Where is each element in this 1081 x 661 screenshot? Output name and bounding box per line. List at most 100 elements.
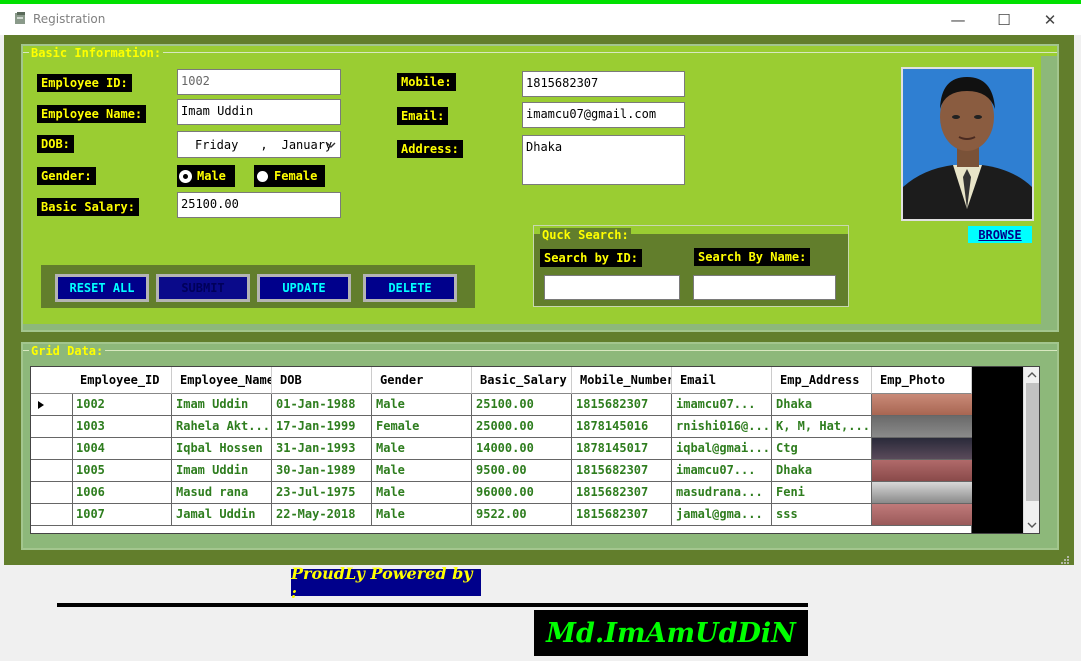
row-header[interactable] xyxy=(31,460,73,482)
dob-label: DOB: xyxy=(37,135,74,153)
grid-cell[interactable]: Male xyxy=(372,460,472,482)
grid-cell[interactable]: imamcu07... xyxy=(672,394,772,416)
maximize-button[interactable]: ☐ xyxy=(981,4,1027,35)
grid-cell[interactable]: 9522.00 xyxy=(472,504,572,526)
search-by-id-input[interactable] xyxy=(544,275,680,300)
grid-cell[interactable]: 31-Jan-1993 xyxy=(272,438,372,460)
photo-thumbnail[interactable] xyxy=(872,460,972,482)
grid-cell[interactable]: 30-Jan-1989 xyxy=(272,460,372,482)
chevron-down-icon[interactable] xyxy=(1027,521,1037,529)
grid-cell[interactable]: 14000.00 xyxy=(472,438,572,460)
grid-cell[interactable]: Male xyxy=(372,482,472,504)
grid-cell[interactable]: Ctg xyxy=(772,438,872,460)
grid-cell[interactable]: rnishi016@... xyxy=(672,416,772,438)
grid-cell[interactable]: 96000.00 xyxy=(472,482,572,504)
photo-thumbnail[interactable] xyxy=(872,504,972,526)
grid-cell[interactable]: Jamal Uddin xyxy=(172,504,272,526)
chevron-down-icon[interactable] xyxy=(326,141,336,149)
grid-cell[interactable]: 23-Jul-1975 xyxy=(272,482,372,504)
grid-cell[interactable]: Dhaka xyxy=(772,460,872,482)
grid-cell[interactable]: 17-Jan-1999 xyxy=(272,416,372,438)
row-header[interactable] xyxy=(31,482,73,504)
dob-day: Friday xyxy=(195,137,239,152)
grid-cell[interactable]: 22-May-2018 xyxy=(272,504,372,526)
grid-cell[interactable]: 1878145016 xyxy=(572,416,672,438)
grid-cell[interactable]: iqbal@gmai... xyxy=(672,438,772,460)
grid-cell[interactable]: Iqbal Hossen xyxy=(172,438,272,460)
grid-cell[interactable]: masudrana... xyxy=(672,482,772,504)
column-header[interactable]: Mobile_Number xyxy=(572,367,672,394)
grid-cell[interactable]: 01-Jan-1988 xyxy=(272,394,372,416)
grid-cell[interactable]: imamcu07... xyxy=(672,460,772,482)
chevron-up-icon[interactable] xyxy=(1027,371,1037,379)
grid-cell[interactable]: 1004 xyxy=(72,438,172,460)
column-header[interactable]: Emp_Address xyxy=(772,367,872,394)
employee-data-grid[interactable]: Employee_ID Employee_Name DOB Gender Bas… xyxy=(30,366,1040,534)
column-header[interactable]: DOB xyxy=(272,367,372,394)
mobile-input[interactable]: 1815682307 xyxy=(522,71,685,97)
grid-cell[interactable]: 1006 xyxy=(72,482,172,504)
photo-thumbnail[interactable] xyxy=(872,416,972,438)
employee-name-input[interactable]: Imam Uddin xyxy=(177,99,341,125)
column-header[interactable]: Basic_Salary xyxy=(472,367,572,394)
grid-cell[interactable]: 1003 xyxy=(72,416,172,438)
photo-thumbnail[interactable] xyxy=(872,438,972,460)
grid-cell[interactable]: 1815682307 xyxy=(572,460,672,482)
column-header[interactable]: Email xyxy=(672,367,772,394)
browse-link[interactable]: BROWSE xyxy=(968,226,1032,243)
column-header[interactable]: Employee_ID xyxy=(72,367,172,394)
column-header[interactable]: Gender xyxy=(372,367,472,394)
gender-male-radio[interactable]: Male xyxy=(177,165,235,187)
row-header[interactable] xyxy=(31,394,73,416)
grid-cell[interactable]: 1815682307 xyxy=(572,504,672,526)
grid-cell[interactable]: Imam Uddin xyxy=(172,460,272,482)
delete-button[interactable]: DELETE xyxy=(363,274,457,302)
grid-cell[interactable]: Masud rana xyxy=(172,482,272,504)
close-button[interactable]: ✕ xyxy=(1027,4,1073,35)
grid-cell[interactable]: 1005 xyxy=(72,460,172,482)
search-by-name-input[interactable] xyxy=(693,275,836,300)
grid-cell[interactable]: jamal@gma... xyxy=(672,504,772,526)
grid-cell[interactable]: 25100.00 xyxy=(472,394,572,416)
row-header[interactable] xyxy=(31,438,73,460)
grid-cell[interactable]: Rahela Akt... xyxy=(172,416,272,438)
grid-cell[interactable]: Male xyxy=(372,438,472,460)
grid-vertical-scrollbar[interactable] xyxy=(1023,367,1039,533)
grid-cell[interactable]: 1002 xyxy=(72,394,172,416)
column-header[interactable]: Emp_Photo xyxy=(872,367,972,394)
column-header[interactable]: Employee_Name xyxy=(172,367,272,394)
grid-cell[interactable]: Male xyxy=(372,504,472,526)
current-row-arrow-icon xyxy=(38,401,44,409)
grid-cell[interactable]: Dhaka xyxy=(772,394,872,416)
gender-female-radio[interactable]: Female xyxy=(254,165,325,187)
grid-cell[interactable]: Female xyxy=(372,416,472,438)
grid-cell[interactable]: Male xyxy=(372,394,472,416)
new-row-placeholder[interactable] xyxy=(31,526,972,533)
email-input[interactable]: imamcu07@gmail.com xyxy=(522,102,685,128)
grid-cell[interactable]: K, M, Hat,... xyxy=(772,416,872,438)
grid-corner xyxy=(31,367,73,394)
row-header[interactable] xyxy=(31,504,73,526)
basic-salary-input[interactable]: 25100.00 xyxy=(177,192,341,218)
grid-cell[interactable]: 9500.00 xyxy=(472,460,572,482)
scrollbar-thumb[interactable] xyxy=(1026,383,1039,501)
photo-thumbnail[interactable] xyxy=(872,482,972,504)
address-textarea[interactable]: Dhaka xyxy=(522,135,685,185)
employee-id-input[interactable]: 1002 xyxy=(177,69,341,95)
grid-cell[interactable]: sss xyxy=(772,504,872,526)
grid-cell[interactable]: 1007 xyxy=(72,504,172,526)
resize-grip-icon[interactable] xyxy=(1060,555,1070,565)
grid-cell[interactable]: Feni xyxy=(772,482,872,504)
reset-all-button[interactable]: RESET ALL xyxy=(55,274,149,302)
grid-cell[interactable]: 1878145017 xyxy=(572,438,672,460)
grid-cell[interactable]: 1815682307 xyxy=(572,482,672,504)
grid-cell[interactable]: 1815682307 xyxy=(572,394,672,416)
grid-cell[interactable]: 25000.00 xyxy=(472,416,572,438)
update-button[interactable]: UPDATE xyxy=(257,274,351,302)
row-header[interactable] xyxy=(31,416,73,438)
minimize-button[interactable]: — xyxy=(935,4,981,35)
grid-cell[interactable]: Imam Uddin xyxy=(172,394,272,416)
photo-thumbnail[interactable] xyxy=(872,394,972,416)
submit-button[interactable]: SUBMIT xyxy=(156,274,250,302)
dob-date-picker[interactable]: Friday , January xyxy=(177,131,341,158)
